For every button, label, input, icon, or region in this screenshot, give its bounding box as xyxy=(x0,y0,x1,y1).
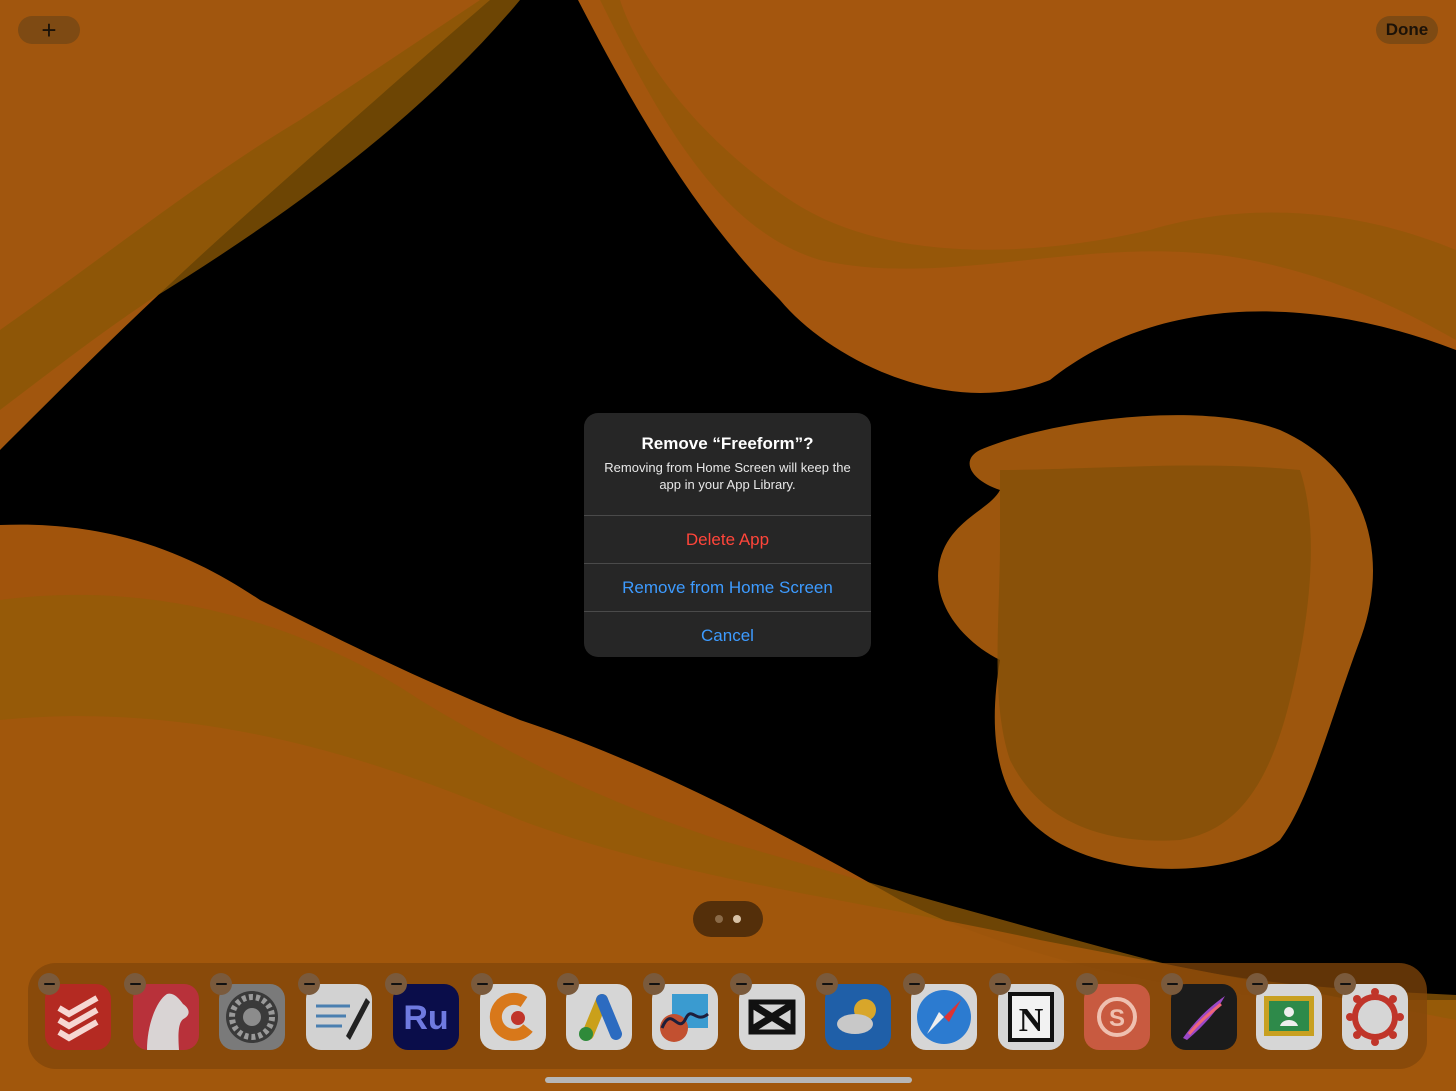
minus-icon xyxy=(821,983,833,985)
minus-icon xyxy=(648,983,660,985)
notion-icon[interactable]: N xyxy=(998,984,1064,1050)
remove-app-badge[interactable] xyxy=(643,973,665,995)
todoist-icon[interactable] xyxy=(45,984,111,1050)
page-dot-1[interactable] xyxy=(715,915,723,923)
plus-icon: + xyxy=(41,15,57,45)
remove-app-badge[interactable] xyxy=(903,973,925,995)
alert-message: Removing from Home Screen will keep the … xyxy=(604,460,851,492)
minus-icon xyxy=(562,983,574,985)
remove-app-badge[interactable] xyxy=(38,973,60,995)
done-button[interactable]: Done xyxy=(1376,16,1438,44)
minus-icon xyxy=(1251,983,1263,985)
google-classroom-icon[interactable] xyxy=(1256,984,1322,1050)
remove-app-badge[interactable] xyxy=(816,973,838,995)
canvas-lms-icon[interactable] xyxy=(1342,984,1408,1050)
remove-app-badge[interactable] xyxy=(557,973,579,995)
minus-icon xyxy=(994,983,1006,985)
minus-icon xyxy=(1081,983,1093,985)
remove-app-badge[interactable] xyxy=(471,973,493,995)
remove-app-badge[interactable] xyxy=(730,973,752,995)
premiere-rush-icon[interactable]: Ru xyxy=(393,984,459,1050)
add-widget-button[interactable]: + xyxy=(18,16,80,44)
remove-app-badge[interactable] xyxy=(298,973,320,995)
alert-title: Remove “Freeform”? xyxy=(641,434,814,453)
settings-gear-icon[interactable] xyxy=(219,984,285,1050)
minus-icon xyxy=(735,983,747,985)
remove-app-badge[interactable] xyxy=(1161,973,1183,995)
minus-icon xyxy=(129,983,141,985)
cancel-button[interactable]: Cancel xyxy=(584,611,871,657)
procreate-icon[interactable] xyxy=(1171,984,1237,1050)
page-indicator[interactable] xyxy=(693,901,763,937)
minus-icon xyxy=(390,983,402,985)
remove-app-badge[interactable] xyxy=(1334,973,1356,995)
remove-app-badge[interactable] xyxy=(210,973,232,995)
minus-icon xyxy=(1339,983,1351,985)
c-logo-app-icon[interactable] xyxy=(480,984,546,1050)
weather-icon[interactable] xyxy=(825,984,891,1050)
freeform-icon[interactable] xyxy=(652,984,718,1050)
svg-text:S: S xyxy=(1109,1005,1125,1032)
remove-app-badge[interactable] xyxy=(989,973,1011,995)
minus-icon xyxy=(908,983,920,985)
remove-app-badge[interactable] xyxy=(385,973,407,995)
home-indicator[interactable] xyxy=(545,1077,912,1083)
swipe-s-icon[interactable]: S xyxy=(1084,984,1150,1050)
remove-app-badge[interactable] xyxy=(1076,973,1098,995)
page-dot-2[interactable] xyxy=(733,915,741,923)
minus-icon xyxy=(43,983,55,985)
safari-compass-icon[interactable] xyxy=(911,984,977,1050)
minus-icon xyxy=(215,983,227,985)
remove-app-alert: Remove “Freeform”? Removing from Home Sc… xyxy=(584,413,871,657)
minus-icon xyxy=(476,983,488,985)
minus-icon xyxy=(303,983,315,985)
notes-pen-icon[interactable] xyxy=(306,984,372,1050)
remove-app-badge[interactable] xyxy=(124,973,146,995)
svg-text:Ru: Ru xyxy=(403,999,448,1037)
bear-icon[interactable] xyxy=(133,984,199,1050)
capcut-icon[interactable] xyxy=(739,984,805,1050)
alert-header: Remove “Freeform”? Removing from Home Sc… xyxy=(584,413,871,515)
remove-from-home-screen-button[interactable]: Remove from Home Screen xyxy=(584,563,871,611)
delete-app-button[interactable]: Delete App xyxy=(584,515,871,563)
remove-app-badge[interactable] xyxy=(1246,973,1268,995)
svg-text:N: N xyxy=(1019,1002,1044,1039)
minus-icon xyxy=(1166,983,1178,985)
google-ads-icon[interactable] xyxy=(566,984,632,1050)
